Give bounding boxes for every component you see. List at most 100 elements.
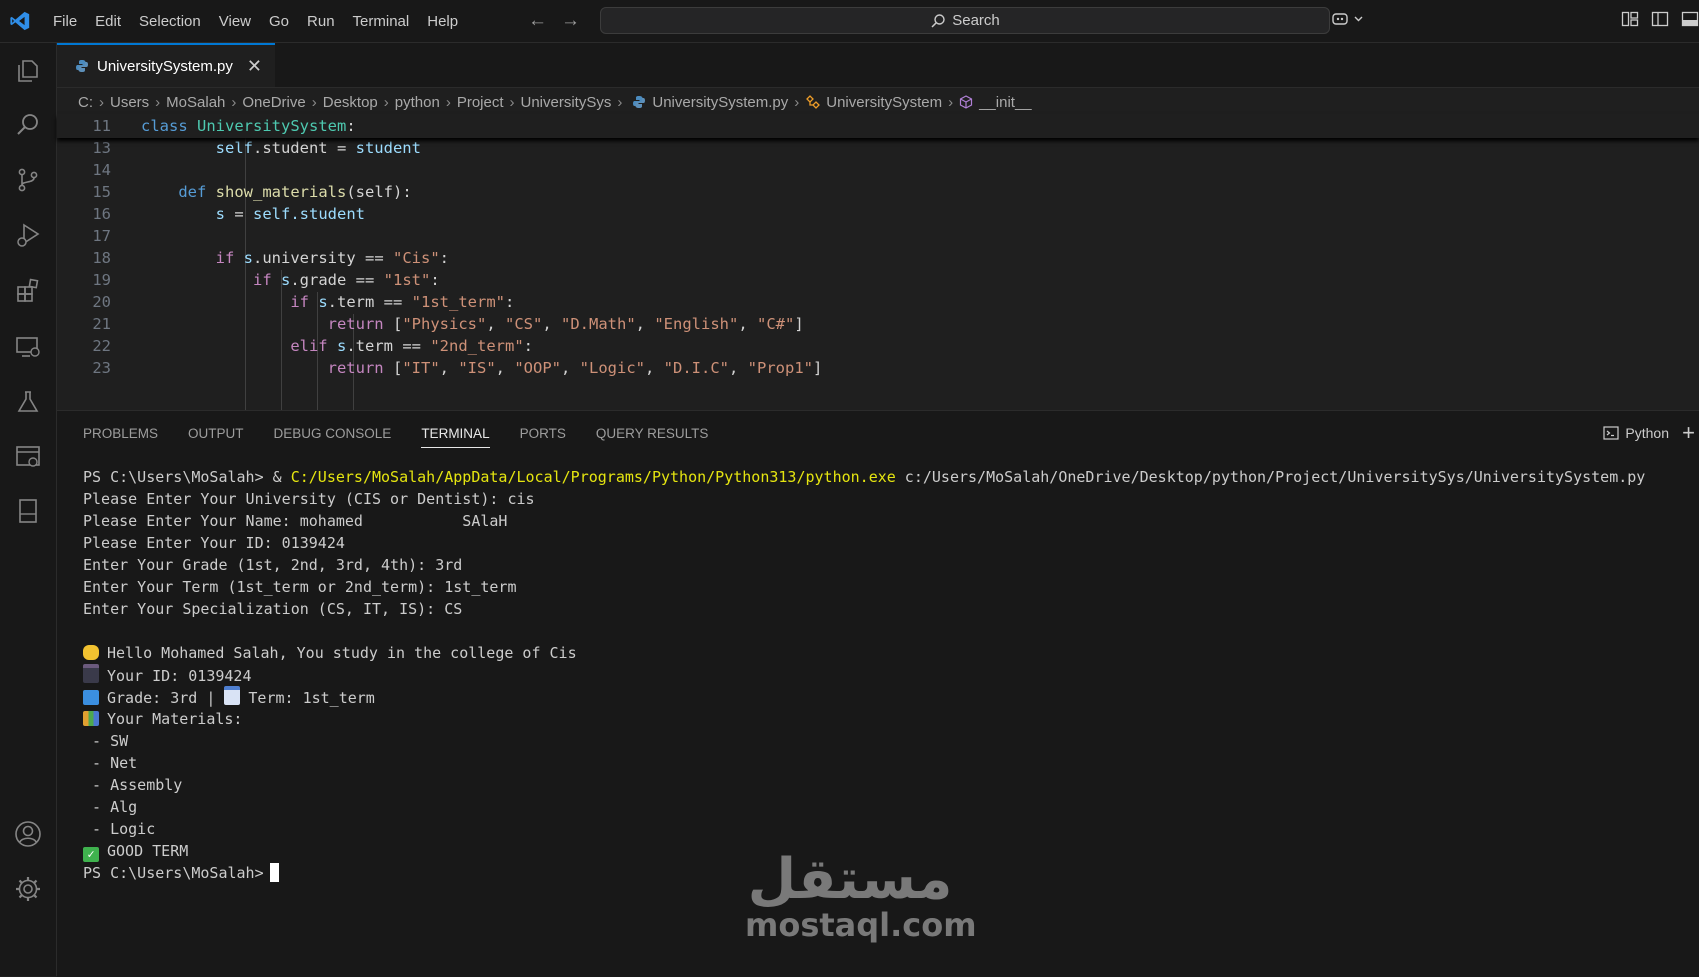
title-bar: File Edit Selection View Go Run Terminal…: [0, 0, 1699, 43]
toggle-sidebar-icon[interactable]: [1651, 10, 1669, 28]
activity-bar: [0, 43, 57, 976]
keyword: return: [327, 359, 384, 377]
calendar-icon: [224, 686, 241, 705]
line-number: 13: [92, 139, 111, 157]
testing-icon[interactable]: [12, 386, 44, 418]
menu-go[interactable]: Go: [260, 13, 298, 30]
chevron-right-icon: ›: [509, 93, 515, 111]
explorer-icon[interactable]: [12, 55, 44, 87]
string: "Cis": [393, 249, 440, 267]
tab-query-results[interactable]: QUERY RESULTS: [596, 426, 709, 448]
blue-book-icon: [83, 690, 99, 705]
keyword: if: [215, 249, 235, 267]
chevron-right-icon: ›: [311, 93, 317, 111]
code-editor[interactable]: 11 class UniversitySystem: 13 self.studen…: [57, 114, 1699, 410]
result-text: GOOD TERM: [107, 842, 189, 860]
run-debug-icon[interactable]: [12, 219, 44, 251]
breadcrumb-mosalah[interactable]: MoSalah: [166, 94, 225, 111]
code-line: 19 if s.grade == "1st":: [57, 268, 439, 292]
line-number: 18: [92, 249, 111, 267]
line-number: 17: [92, 227, 111, 245]
source-control-icon[interactable]: [12, 164, 44, 196]
line-number: 23: [92, 359, 111, 377]
breadcrumb-python[interactable]: python: [395, 94, 440, 111]
chevron-right-icon: ›: [445, 93, 451, 111]
tab-universitysystem-py[interactable]: UniversitySystem.py ✕: [57, 43, 275, 87]
notebook-icon[interactable]: [12, 495, 44, 527]
code-line: 13 self.student = student: [57, 136, 421, 160]
menu-file[interactable]: File: [44, 13, 86, 30]
check-mark-icon: ✓: [83, 847, 99, 862]
line-number: 21: [92, 315, 111, 333]
python-file-icon: [633, 96, 646, 108]
token: :: [523, 337, 533, 355]
menu-help[interactable]: Help: [418, 13, 467, 30]
menu-terminal[interactable]: Terminal: [344, 13, 419, 30]
terminal-line: Your Materials:: [83, 708, 1645, 730]
punct: :: [346, 117, 356, 135]
token: s: [318, 293, 328, 311]
breadcrumb-desktop[interactable]: Desktop: [323, 94, 378, 111]
tab-problems[interactable]: PROBLEMS: [83, 426, 158, 448]
token: self: [215, 139, 253, 157]
token: student: [355, 139, 421, 157]
method-symbol-icon: [959, 95, 973, 109]
menu-run[interactable]: Run: [298, 13, 344, 30]
menu-selection[interactable]: Selection: [130, 13, 210, 30]
token: (self):: [346, 183, 412, 201]
extensions-icon[interactable]: [12, 275, 44, 307]
breadcrumb-users[interactable]: Users: [110, 94, 149, 111]
breadcrumb-class[interactable]: UniversitySystem: [826, 94, 942, 111]
terminal-line: PS C:\Users\MoSalah> & C:/Users/MoSalah/…: [83, 466, 1645, 488]
class-name: UniversitySystem: [197, 117, 347, 135]
token: s: [243, 249, 254, 267]
code-line: 23 return ["IT", "IS", "OOP", "Logic", "…: [57, 356, 822, 380]
tab-output[interactable]: OUTPUT: [188, 426, 244, 448]
customize-layout-icon[interactable]: [1621, 10, 1639, 28]
string: "IT": [402, 359, 440, 377]
breadcrumb-drive[interactable]: C:: [78, 94, 93, 111]
remote-explorer-icon[interactable]: [12, 331, 44, 363]
tab-close-icon[interactable]: ✕: [247, 56, 262, 77]
material-item: - SW: [83, 732, 129, 750]
watermark-arabic: مستقل: [747, 847, 953, 912]
line-number: 14: [92, 161, 111, 179]
token: .student: [290, 205, 365, 223]
code-line: 18 if s.university == "Cis":: [57, 246, 449, 270]
code-line: 22 elif s.term == "2nd_term":: [57, 334, 533, 358]
breadcrumb-method[interactable]: __init__: [979, 94, 1032, 111]
terminal-line: Please Enter Your ID: 0139424: [83, 534, 345, 552]
chevron-right-icon: ›: [383, 93, 389, 111]
tab-ports[interactable]: PORTS: [520, 426, 566, 448]
search-view-icon[interactable]: [12, 109, 44, 141]
breadcrumb-universitysys[interactable]: UniversitySys: [521, 94, 612, 111]
command-center-search[interactable]: Search: [600, 7, 1330, 34]
tab-terminal[interactable]: TERMINAL: [421, 426, 490, 448]
token: s: [336, 337, 347, 355]
terminal-output[interactable]: PS C:\Users\MoSalah> & C:/Users/MoSalah/…: [83, 466, 1645, 884]
sticky-scroll-line[interactable]: 11 class UniversitySystem:: [57, 114, 1699, 138]
back-arrow-icon[interactable]: ←: [528, 10, 547, 32]
accounts-icon[interactable]: [12, 818, 44, 850]
code-line: 11 class UniversitySystem:: [57, 114, 356, 138]
breadcrumb-file[interactable]: UniversitySystem.py: [652, 94, 788, 111]
prompt: PS C:\Users\MoSalah>: [83, 864, 264, 882]
menu-edit[interactable]: Edit: [86, 13, 130, 30]
settings-gear-icon[interactable]: [12, 873, 44, 905]
breadcrumb-onedrive[interactable]: OneDrive: [242, 94, 305, 111]
copilot-icon[interactable]: [1331, 10, 1367, 28]
toggle-panel-icon[interactable]: [1681, 10, 1699, 28]
token: :: [439, 249, 450, 267]
breadcrumb-project[interactable]: Project: [457, 94, 504, 111]
forward-arrow-icon[interactable]: →: [561, 10, 580, 32]
keyword: if: [290, 293, 309, 311]
string: "OOP": [514, 359, 561, 377]
database-icon[interactable]: [12, 441, 44, 473]
chevron-right-icon: ›: [794, 93, 800, 111]
keyword: elif: [290, 337, 328, 355]
keyword: return: [327, 315, 384, 333]
terminal-shell-selector[interactable]: Python: [1603, 425, 1669, 441]
new-terminal-plus-icon[interactable]: +: [1682, 420, 1695, 446]
menu-view[interactable]: View: [210, 13, 260, 30]
tab-debug-console[interactable]: DEBUG CONSOLE: [274, 426, 392, 448]
